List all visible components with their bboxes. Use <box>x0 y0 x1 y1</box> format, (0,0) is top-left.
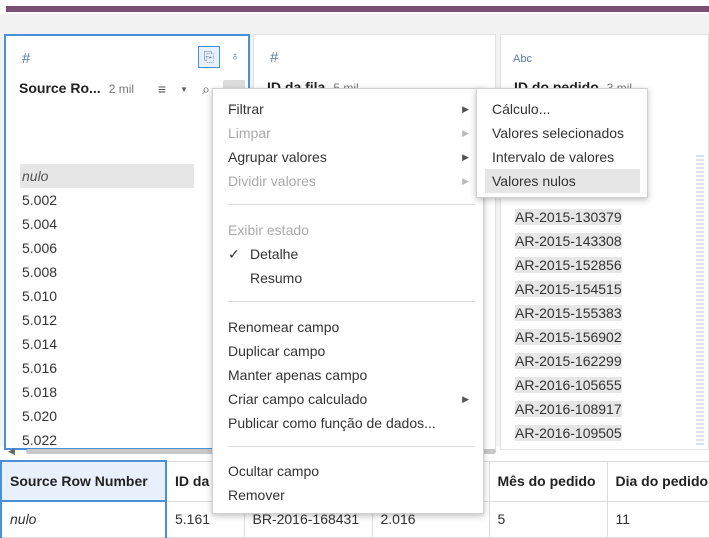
column-header[interactable]: Dia do pedido <box>606 460 709 502</box>
menu-item-ocultar-campo[interactable]: Ocultar campo <box>213 459 483 483</box>
menu-item-duplicar-campo[interactable]: Duplicar campo <box>213 339 483 363</box>
chevron-down-icon[interactable]: ▾ <box>179 80 189 100</box>
menu-divider <box>228 204 475 205</box>
sort-icon[interactable]: ≡ <box>151 80 173 100</box>
table-cell[interactable]: nulo <box>0 500 167 538</box>
top-bar <box>0 0 709 14</box>
menu-item-dividir-valores: Dividir valores ▶ <box>213 169 483 193</box>
submenu-arrow-icon: ▶ <box>462 104 469 114</box>
value-item[interactable]: 5.008 <box>20 260 194 284</box>
value-item-null[interactable]: nulo <box>20 164 194 188</box>
field-count: 2 mil <box>108 82 135 96</box>
value-item[interactable]: 5.014 <box>20 332 194 356</box>
submenu-item-valores-selecionados[interactable]: Valores selecionados <box>477 121 647 145</box>
value-item[interactable]: 5.018 <box>20 380 194 404</box>
value-item[interactable]: AR-2016-109505 <box>513 421 687 445</box>
table-cell[interactable]: 5 <box>488 500 608 538</box>
value-item[interactable]: 5.012 <box>20 308 194 332</box>
menu-item-manter-apenas-campo[interactable]: Manter apenas campo <box>213 363 483 387</box>
submenu-arrow-icon: ▶ <box>462 128 469 138</box>
menu-item-filtrar[interactable]: Filtrar ▶ <box>213 97 483 121</box>
card-title: Source Ro... 2 mil <box>19 80 134 96</box>
scroll-left-icon[interactable]: ◀ <box>8 446 15 457</box>
menu-item-renomear-campo[interactable]: Renomear campo <box>213 315 483 339</box>
menu-item-remover[interactable]: Remover <box>213 483 483 507</box>
menu-item-criar-campo-calculado[interactable]: Criar campo calculado ▶ <box>213 387 483 411</box>
value-item[interactable]: AR-2015-156902 <box>513 325 687 349</box>
submenu-item-intervalo-de-valores[interactable]: Intervalo de valores <box>477 145 647 169</box>
value-item[interactable]: AR-2016-105655 <box>513 373 687 397</box>
string-type-icon[interactable]: Abc <box>513 53 532 65</box>
value-item[interactable]: 5.016 <box>20 356 194 380</box>
column-header[interactable]: Mês do pedido <box>488 460 608 502</box>
column-header[interactable]: Source Row Number <box>0 460 167 502</box>
value-item[interactable]: AR-2016-108917 <box>513 397 687 421</box>
checkmark-icon: ✓ <box>228 246 240 262</box>
value-item[interactable]: 5.002 <box>20 188 194 212</box>
value-item[interactable]: AR-2015-152856 <box>513 253 687 277</box>
menu-item-agrupar-valores[interactable]: Agrupar valores ▶ <box>213 145 483 169</box>
menu-divider <box>228 446 475 447</box>
menu-divider <box>228 301 475 302</box>
table-cell[interactable]: 11 <box>606 500 709 538</box>
submenu-arrow-icon: ▶ <box>462 394 469 404</box>
filter-submenu: Cálculo... Valores selecionados Interval… <box>476 88 648 198</box>
submenu-item-valores-nulos[interactable]: Valores nulos <box>485 169 640 193</box>
value-item[interactable]: AR-2015-155383 <box>513 301 687 325</box>
value-item[interactable]: 5.004 <box>20 212 194 236</box>
histogram-strip[interactable] <box>696 155 704 445</box>
field-context-menu: Filtrar ▶ Limpar ▶ Agrupar valores ▶ Dividi… <box>212 88 484 514</box>
lightbulb-icon[interactable]: ♁ <box>224 46 246 68</box>
submenu-arrow-icon: ▶ <box>462 152 469 162</box>
menu-item-resumo[interactable]: Resumo <box>213 266 483 290</box>
number-type-icon[interactable]: # <box>270 49 278 66</box>
field-name[interactable]: Source Ro... <box>19 80 101 96</box>
number-type-icon[interactable]: # <box>22 50 30 67</box>
submenu-item-calculo[interactable]: Cálculo... <box>477 97 647 121</box>
recommendation-icon[interactable]: ⎘ <box>198 46 220 68</box>
value-item[interactable]: 5.010 <box>20 284 194 308</box>
menu-item-limpar: Limpar ▶ <box>213 121 483 145</box>
menu-item-publicar-como-funcao[interactable]: Publicar como função de dados... <box>213 411 483 435</box>
value-item[interactable]: 5.020 <box>20 404 194 428</box>
flow-step-color-stripe <box>6 6 709 12</box>
value-list: nulo 5.002 5.004 5.006 5.008 5.010 5.012… <box>20 164 194 452</box>
value-item[interactable]: AR-2015-162299 <box>513 349 687 373</box>
value-list: AR-2015-130379 AR-2015-143308 AR-2015-15… <box>513 205 687 445</box>
submenu-arrow-icon: ▶ <box>462 176 469 186</box>
value-item[interactable]: AR-2015-130379 <box>513 205 687 229</box>
menu-item-detalhe[interactable]: ✓ Detalhe <box>213 242 483 266</box>
value-item[interactable]: 5.006 <box>20 236 194 260</box>
value-item[interactable]: AR-2015-154515 <box>513 277 687 301</box>
value-item[interactable]: AR-2015-143308 <box>513 229 687 253</box>
menu-heading-exibir-estado: Exibir estado <box>228 222 309 238</box>
